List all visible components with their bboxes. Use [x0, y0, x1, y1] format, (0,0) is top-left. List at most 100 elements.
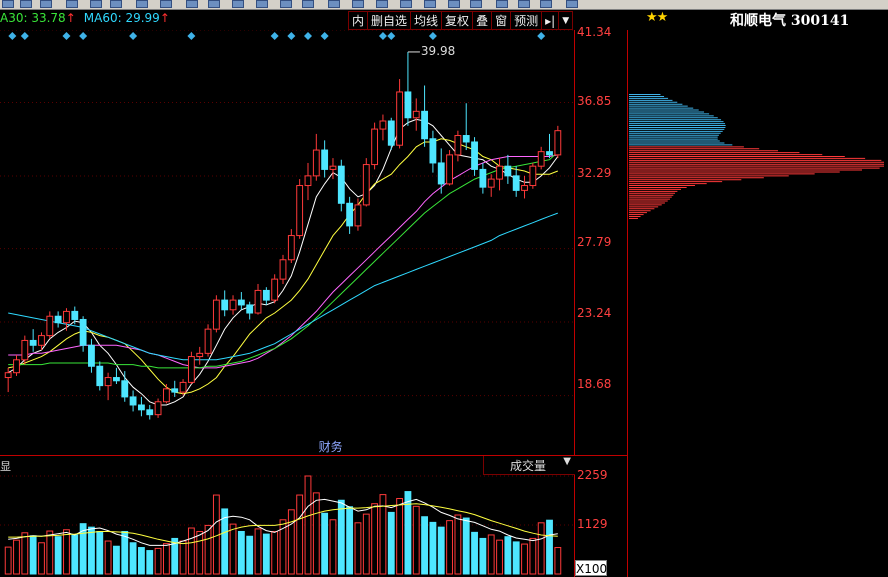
toolbar-icon[interactable]: [424, 0, 436, 8]
volume-bar: [387, 511, 395, 575]
toolbar-icon[interactable]: [302, 0, 314, 8]
volume-bar: [271, 530, 279, 575]
candle-body: [529, 165, 537, 187]
toolbar-icon[interactable]: [40, 0, 52, 8]
volume-bar: [237, 530, 245, 575]
more-dropdown-icon[interactable]: ▼: [559, 11, 574, 30]
toolbar-icon[interactable]: [110, 0, 122, 8]
toolbar-icon[interactable]: [256, 0, 268, 8]
toolbar-icon[interactable]: [518, 0, 530, 8]
candle-body: [462, 135, 470, 143]
volume-bar: [521, 543, 528, 575]
candle-body: [321, 149, 329, 170]
ma60-line: [8, 212, 558, 361]
toolbar-icon[interactable]: [186, 0, 198, 8]
toolbar-icon[interactable]: [376, 0, 388, 8]
candle-body: [212, 299, 220, 330]
candle-body: [304, 175, 312, 187]
candle-body: [4, 372, 12, 379]
stock-name: 和顺电气 300141: [730, 13, 850, 29]
adjust-price-button[interactable]: 复权: [442, 11, 474, 30]
candle-body: [187, 356, 195, 383]
candle-body: [379, 120, 387, 130]
volume-bar: [146, 550, 154, 575]
forecast-button[interactable]: 预测: [511, 11, 543, 30]
volume-bar: [246, 535, 254, 575]
candle-body: [121, 380, 129, 398]
candle-body: [454, 135, 462, 156]
volume-bar: [63, 529, 70, 575]
candle-body: [329, 165, 337, 170]
candle-body: [21, 339, 29, 361]
volume-bar: [462, 517, 470, 575]
volume-bar: [496, 539, 503, 575]
event-diamond-icon: [129, 32, 138, 40]
candle-body: [254, 289, 262, 314]
candle-body: [387, 120, 395, 146]
toolbar-icon[interactable]: [280, 0, 292, 8]
candle-body: [404, 91, 412, 119]
candle-body: [337, 165, 345, 204]
toolbar-icon[interactable]: [496, 0, 508, 8]
toolbar-icon[interactable]: [208, 0, 220, 8]
event-markers: [8, 32, 546, 40]
price-tick: 23.24: [577, 306, 612, 320]
toolbar-icon[interactable]: [66, 0, 78, 8]
volume-bar: [154, 547, 162, 575]
ma30-value: A30: 33.78: [0, 11, 66, 25]
toolbar-icon[interactable]: [328, 0, 340, 8]
volume-bar: [262, 533, 270, 575]
toolbar-icon[interactable]: [136, 0, 148, 8]
volume-unit-button[interactable]: X100: [575, 560, 607, 576]
window-button[interactable]: 窗: [492, 11, 512, 30]
toolbar-icon[interactable]: [2, 0, 14, 8]
toolbar-icon[interactable]: [470, 0, 482, 8]
toolbar-icon[interactable]: [400, 0, 412, 8]
finance-marker[interactable]: 财务: [319, 438, 343, 455]
volume-bar: [54, 536, 62, 575]
event-diamond-icon: [187, 32, 196, 40]
candle-body: [512, 175, 520, 191]
inner-button[interactable]: 内: [348, 11, 369, 30]
volume-bar: [204, 524, 212, 575]
volume-bar: [429, 521, 437, 575]
volume-tick: 2259: [577, 468, 608, 482]
volume-bar: [179, 540, 187, 575]
chip-distribution: [629, 94, 884, 219]
toolbar-icon[interactable]: [566, 0, 578, 8]
toolbar-icon[interactable]: [90, 0, 102, 8]
ma-lines-button[interactable]: 均线: [411, 11, 443, 30]
next-icon[interactable]: ▸|: [542, 11, 560, 30]
volume-bar: [312, 492, 320, 575]
candle-body: [196, 352, 204, 358]
candle-body: [354, 204, 362, 227]
volume-bar: [104, 540, 112, 575]
toolbar-icon[interactable]: [352, 0, 364, 8]
stock-title-bar: ★★ 和顺电气 300141: [628, 10, 888, 30]
volume-bar: [479, 537, 487, 575]
candle-body: [546, 151, 553, 156]
candle-body: [521, 185, 528, 191]
candlestick-chart[interactable]: [0, 30, 575, 455]
toolbar-icon[interactable]: [20, 0, 32, 8]
candle-body: [96, 365, 104, 387]
overlay-button[interactable]: 叠: [473, 11, 493, 30]
event-diamond-icon: [79, 32, 88, 40]
remove-watchlist-button[interactable]: 删自选: [368, 11, 412, 30]
toolbar-icon[interactable]: [448, 0, 460, 8]
candle-body: [221, 299, 229, 311]
toolbar-icon[interactable]: [160, 0, 172, 8]
candle-body: [71, 310, 79, 320]
volume-bar: [138, 547, 145, 575]
candle-body: [29, 339, 37, 346]
rating-stars-icon: ★★: [646, 10, 668, 25]
price-tick: 18.68: [577, 377, 612, 391]
candle-body: [88, 344, 95, 367]
toolbar-icon[interactable]: [232, 0, 244, 8]
candle-body: [271, 278, 279, 301]
candle-body: [146, 409, 154, 416]
max-price-label: 39.98: [420, 43, 456, 58]
toolbar-icon[interactable]: [540, 0, 552, 8]
volume-chart[interactable]: [0, 456, 575, 577]
volume-bar: [504, 536, 512, 575]
